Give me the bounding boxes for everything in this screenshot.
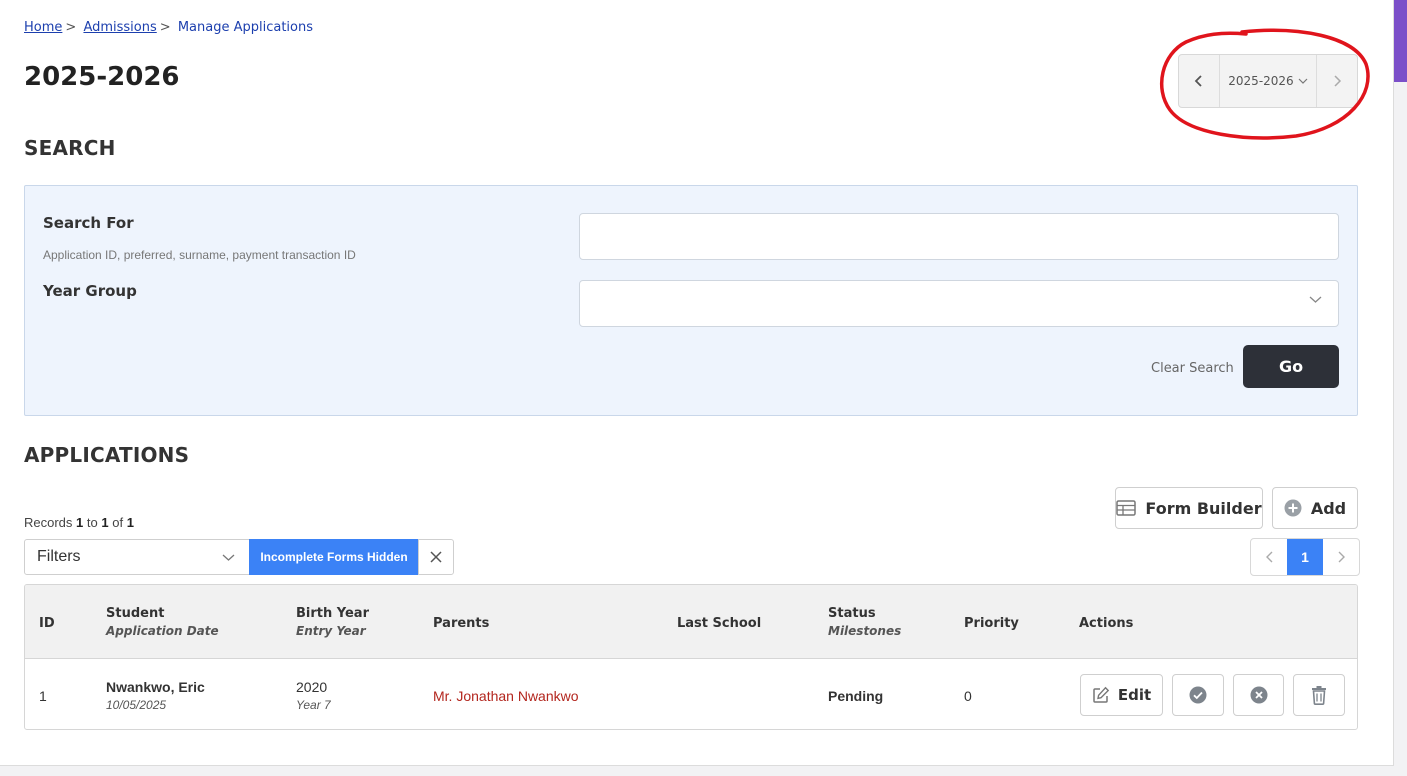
delete-button[interactable] [1293, 674, 1345, 716]
pager-page-1[interactable]: 1 [1287, 539, 1323, 575]
row-birth-year: 2020 Year 7 [296, 679, 331, 712]
column-student-sub: Application Date [106, 624, 219, 638]
form-builder-label: Form Builder [1145, 498, 1262, 518]
records-prefix: Records [24, 515, 73, 530]
search-for-hint: Application ID, preferred, surname, paym… [43, 248, 356, 262]
column-birth-year: Birth Year Entry Year [296, 606, 369, 638]
student-name: Nwankwo, Eric [106, 679, 205, 695]
parent-link[interactable]: Mr. Jonathan Nwankwo [433, 688, 579, 704]
search-for-label: Search For [43, 214, 134, 232]
go-button[interactable]: Go [1243, 345, 1339, 388]
pager-previous-button[interactable] [1251, 539, 1287, 575]
application-date: 10/05/2025 [106, 698, 167, 712]
close-icon [430, 551, 442, 563]
edit-button[interactable]: Edit [1080, 674, 1163, 716]
column-birth-year-label: Birth Year [296, 606, 369, 621]
year-select-value: 2025-2026 [1228, 74, 1294, 88]
column-birth-year-sub: Entry Year [296, 624, 366, 638]
column-student: Student Application Date [106, 606, 219, 638]
filters-dropdown[interactable]: Filters [24, 539, 250, 575]
trash-icon [1312, 686, 1326, 705]
breadcrumb: Home > Admissions > Manage Applications [24, 20, 313, 35]
column-actions: Actions [1079, 616, 1134, 631]
clear-search-link[interactable]: Clear Search [1151, 361, 1234, 376]
table-icon [1116, 500, 1137, 516]
page-title: 2025-2026 [24, 62, 180, 92]
search-input[interactable] [579, 213, 1339, 260]
column-id: ID [39, 616, 55, 631]
accept-button[interactable] [1172, 674, 1224, 716]
add-application-button[interactable]: Add [1272, 487, 1358, 529]
breadcrumb-separator: > [159, 20, 171, 35]
pager-next-button[interactable] [1323, 539, 1359, 575]
birth-year: 2020 [296, 679, 328, 695]
column-student-label: Student [106, 606, 165, 621]
breadcrumb-home-link[interactable]: Home [24, 20, 62, 35]
applications-table: ID Student Application Date Birth Year E… [24, 584, 1358, 730]
search-section-title: SEARCH [24, 136, 116, 160]
filters-label: Filters [37, 548, 81, 565]
records-to: 1 [101, 515, 109, 530]
year-group-label: Year Group [43, 282, 137, 300]
records-to-word: to [86, 515, 98, 530]
breadcrumb-current: Manage Applications [177, 20, 313, 35]
column-last-school: Last School [677, 616, 762, 631]
chevron-left-icon [1194, 75, 1202, 87]
search-panel: Search For Application ID, preferred, su… [24, 185, 1358, 416]
add-label: Add [1310, 498, 1347, 518]
close-circle-icon [1250, 686, 1267, 704]
plus-circle-icon [1284, 499, 1302, 517]
previous-year-button[interactable] [1179, 55, 1220, 107]
main-page: Home > Admissions > Manage Applications 20… [0, 0, 1394, 766]
column-status-label: Status [828, 606, 876, 621]
column-priority: Priority [964, 616, 1019, 631]
records-from: 1 [76, 515, 84, 530]
remove-filter-button[interactable] [418, 539, 454, 575]
row-status: Pending [828, 688, 884, 704]
records-total: 1 [126, 515, 134, 530]
scrollbar-track[interactable] [1394, 82, 1407, 776]
table-header: ID Student Application Date Birth Year E… [25, 585, 1357, 659]
chevron-down-icon [1309, 296, 1322, 303]
chevron-left-icon [1265, 551, 1272, 563]
column-status: Status Milestones [828, 606, 901, 638]
chevron-down-icon [222, 554, 235, 561]
reject-button[interactable] [1233, 674, 1284, 716]
breadcrumb-admissions-link[interactable]: Admissions [83, 20, 156, 35]
row-id: 1 [39, 688, 47, 704]
pagination: 1 [1250, 538, 1360, 576]
records-count: Records 1 to 1 of 1 [24, 515, 134, 530]
applications-section-title: APPLICATIONS [24, 443, 190, 467]
next-year-button[interactable] [1316, 55, 1357, 107]
form-builder-button[interactable]: Form Builder [1115, 487, 1263, 529]
edit-label: Edit [1117, 686, 1152, 704]
chevron-down-icon [1298, 78, 1308, 84]
column-status-sub: Milestones [828, 624, 902, 638]
row-student: Nwankwo, Eric 10/05/2025 [106, 679, 205, 712]
entry-year: Year 7 [296, 698, 331, 712]
chevron-right-icon [1338, 551, 1345, 563]
school-year-switcher: 2025-2026 [1178, 54, 1358, 108]
window-accent-bar [1394, 0, 1407, 82]
chevron-right-icon [1334, 75, 1342, 87]
column-parents: Parents [433, 616, 490, 631]
row-priority: 0 [964, 688, 972, 704]
records-of-word: of [112, 515, 124, 530]
year-group-select[interactable] [579, 280, 1339, 327]
active-filter-chip[interactable]: Incomplete Forms Hidden [249, 539, 419, 575]
check-circle-icon [1189, 686, 1207, 704]
edit-icon [1093, 686, 1110, 703]
year-select[interactable]: 2025-2026 [1220, 55, 1316, 107]
breadcrumb-separator: > [65, 20, 77, 35]
